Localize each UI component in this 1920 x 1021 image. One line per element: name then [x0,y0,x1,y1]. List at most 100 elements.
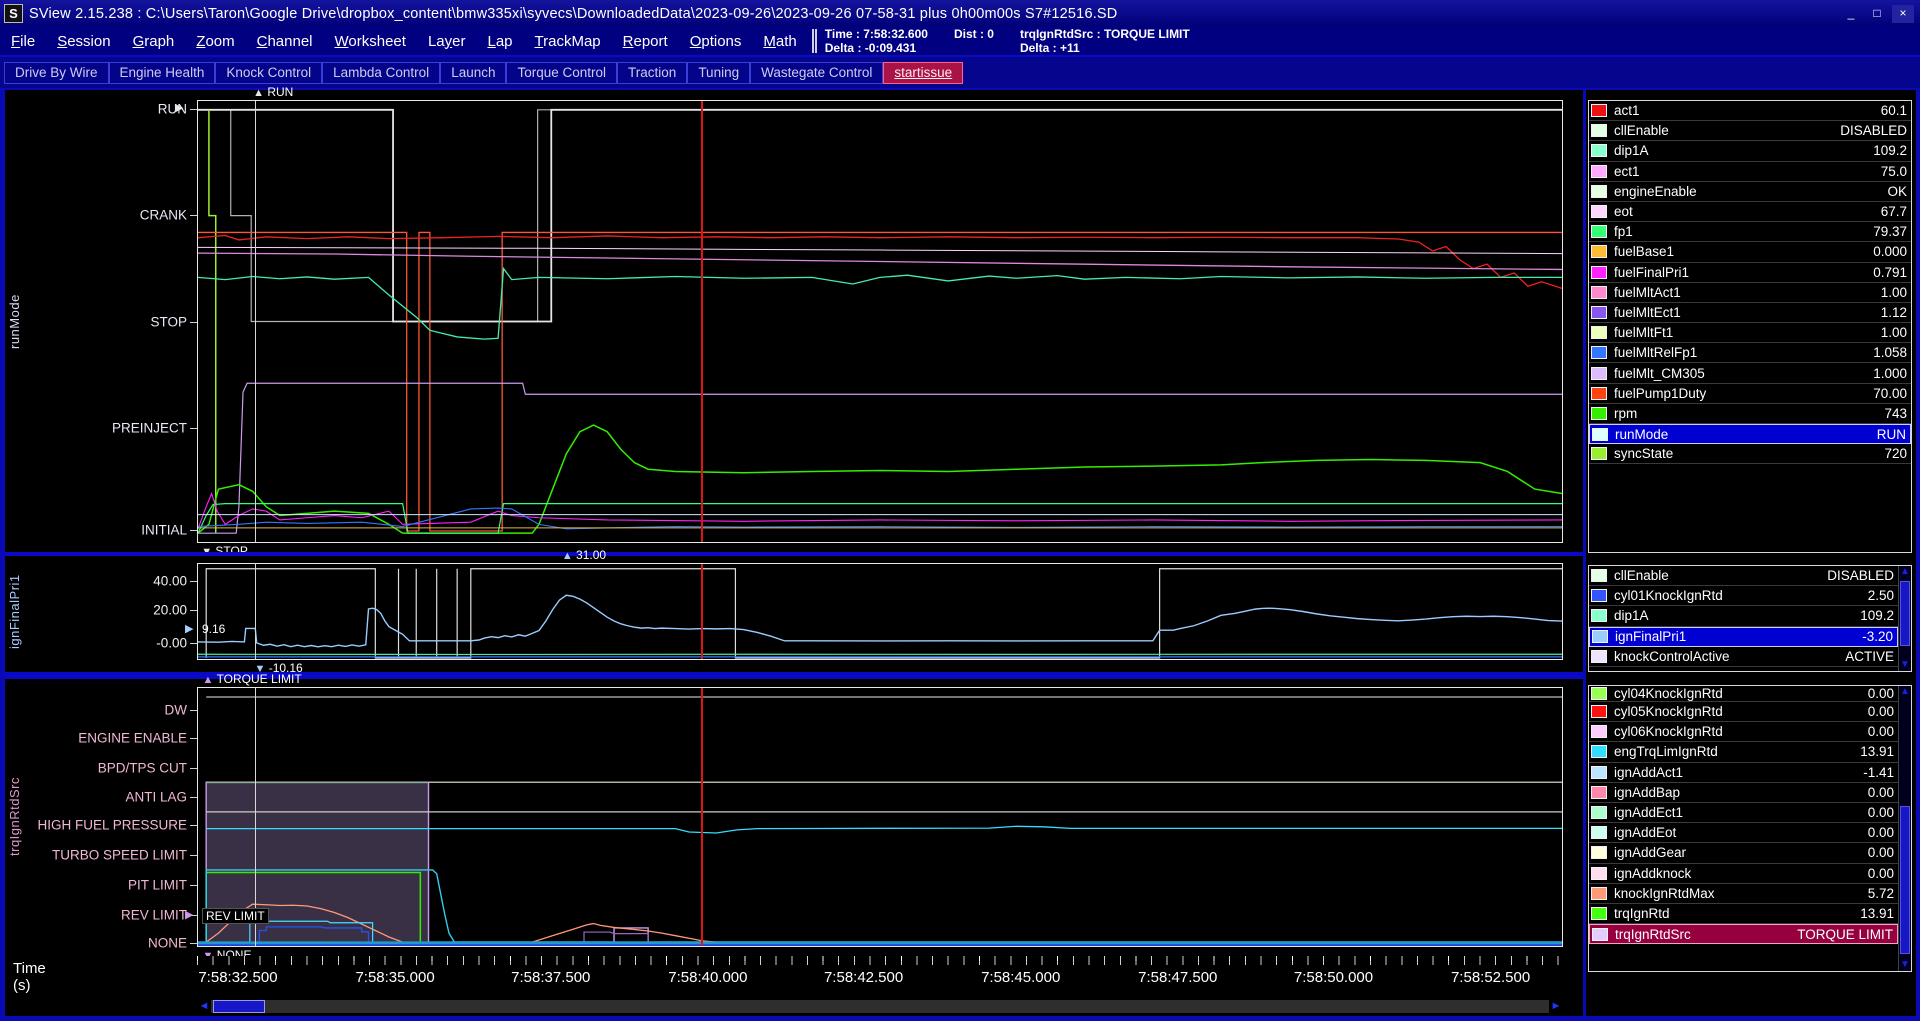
channel-row-fuelBase1[interactable]: fuelBase10.000 [1589,242,1911,262]
channel-row-eot[interactable]: eot67.7 [1589,202,1911,222]
scrollbar-thumb[interactable] [1900,581,1910,646]
scroll-down-arrow-icon[interactable]: ▼ [1899,959,1911,971]
channel-row-runMode[interactable]: runModeRUN [1589,424,1911,444]
channel-row-trqIgnRtdSrc[interactable]: trqIgnRtdSrcTORQUE LIMIT [1589,924,1898,944]
red-cursor[interactable] [701,101,703,542]
y-axis-tick [190,322,197,323]
channel-row-knockIgnRtdMax[interactable]: knockIgnRtdMax5.72 [1589,884,1898,904]
scroll-right-arrow-icon[interactable]: ► [1549,1000,1563,1013]
red-cursor[interactable] [701,564,703,659]
channel-row-cyl05KnockIgnRtd[interactable]: cyl05KnockIgnRtd0.00 [1589,702,1898,722]
menu-item-math[interactable]: Math [752,29,807,54]
channel-name: cyl01KnockIgnRtd [1614,588,1868,603]
menu-item-graph[interactable]: Graph [122,29,186,54]
up-triangle-icon: ▲ [253,87,264,99]
channel-row-trqIgnRtd[interactable]: trqIgnRtd13.91 [1589,904,1898,924]
plot-ignFinalPri1[interactable]: ▶9.16 [197,563,1563,660]
channel-row-cllEnable[interactable]: cllEnableDISABLED [1589,121,1911,141]
channel-row-engineEnable[interactable]: engineEnableOK [1589,182,1911,202]
channel-row-fuelMltRelFp1[interactable]: fuelMltRelFp11.058 [1589,343,1911,363]
channel-row-ect1[interactable]: ect175.0 [1589,162,1911,182]
channel-color-swatch [1592,928,1608,941]
menu-item-worksheet[interactable]: Worksheet [324,29,417,54]
time-tick-label: 7:58:40.000 [668,969,747,986]
channel-row-fuelMlt_CM305[interactable]: fuelMlt_CM3051.000 [1589,363,1911,383]
menu-item-file[interactable]: File [0,29,46,54]
channel-row-act1[interactable]: act160.1 [1589,101,1911,121]
scrollbar-track[interactable] [211,1000,1549,1013]
menu-item-channel[interactable]: Channel [246,29,324,54]
channel-row-fuelFinalPri1[interactable]: fuelFinalPri10.791 [1589,263,1911,283]
time-axis-title-line: (s) [13,977,46,994]
scroll-up-arrow-icon[interactable]: ▲ [1899,566,1911,578]
channel-list-scrollbar[interactable]: ▲▼ [1898,566,1911,671]
channel-row-syncState[interactable]: syncState720 [1589,444,1911,464]
scroll-left-arrow-icon[interactable]: ◄ [197,1000,211,1013]
maximize-button[interactable]: □ [1866,5,1888,23]
channel-value: 1.00 [1881,285,1907,300]
scroll-up-arrow-icon[interactable]: ▲ [1899,686,1911,698]
menu-item-options[interactable]: Options [679,29,753,54]
channel-row-ignAddBap[interactable]: ignAddBap0.00 [1589,783,1898,803]
scrollbar-thumb[interactable] [1900,806,1910,954]
channel-row-knockControlActive[interactable]: knockControlActiveACTIVE [1589,647,1898,667]
channel-row-ignAddknock[interactable]: ignAddknock0.00 [1589,864,1898,884]
trace [198,508,1562,529]
menu-item-session[interactable]: Session [46,29,121,54]
plot-trqIgnRtdSrc[interactable]: ▶REV LIMIT [197,687,1563,947]
tab-drive-by-wire[interactable]: Drive By Wire [4,62,109,84]
menu-item-lap[interactable]: Lap [476,29,523,54]
menu-item-layer[interactable]: Layer [417,29,477,54]
menu-item-zoom[interactable]: Zoom [185,29,245,54]
channel-value: 1.00 [1881,325,1907,340]
channel-row-ignFinalPri1[interactable]: ignFinalPri1-3.20 [1589,627,1898,647]
white-cursor[interactable] [255,101,256,542]
channel-row-fuelMltAct1[interactable]: fuelMltAct11.00 [1589,283,1911,303]
y-axis-tick [190,109,197,110]
plot-runMode[interactable] [197,100,1563,543]
window-controls: _ □ × [1840,5,1920,23]
menu-item-trackmap[interactable]: TrackMap [524,29,612,54]
channel-row-cyl06KnockIgnRtd[interactable]: cyl06KnockIgnRtd0.00 [1589,722,1898,742]
tab-knock-control[interactable]: Knock Control [215,62,322,84]
scrollbar-thumb[interactable] [213,1000,265,1013]
channel-list-scrollbar[interactable]: ▲▼ [1898,686,1911,971]
channel-row-ignAddAct1[interactable]: ignAddAct1-1.41 [1589,763,1898,783]
tab-tuning[interactable]: Tuning [687,62,750,84]
channel-row-fp1[interactable]: fp179.37 [1589,222,1911,242]
white-cursor[interactable] [255,564,256,659]
channel-row-dip1A[interactable]: dip1A109.2 [1589,141,1911,161]
red-cursor[interactable] [701,688,703,946]
info-delta-dist: Delta : +11 [1020,41,1190,55]
channel-row-cllEnable[interactable]: cllEnableDISABLED [1589,566,1898,586]
channel-row-cyl04KnockIgnRtd[interactable]: cyl04KnockIgnRtd0.00 [1589,686,1898,702]
channel-row-cyl01KnockIgnRtd[interactable]: cyl01KnockIgnRtd2.50 [1589,586,1898,606]
channel-row-fuelPump1Duty[interactable]: fuelPump1Duty70.00 [1589,384,1911,404]
menu-item-report[interactable]: Report [612,29,679,54]
channel-row-engTrqLimIgnRtd[interactable]: engTrqLimIgnRtd13.91 [1589,742,1898,762]
channel-value: 0.000 [1873,244,1907,259]
channel-row-fuelMltFt1[interactable]: fuelMltFt11.00 [1589,323,1911,343]
tab-startissue[interactable]: startissue [883,62,963,84]
tab-lambda-control[interactable]: Lambda Control [322,62,440,84]
time-tick-label: 7:58:50.000 [1294,969,1373,986]
time-scrollbar[interactable]: ◄► [5,999,1583,1014]
max-value-text: RUN [267,85,293,99]
tab-torque-control[interactable]: Torque Control [506,62,617,84]
channel-row-ignAddEot[interactable]: ignAddEot0.00 [1589,823,1898,843]
tab-engine-health[interactable]: Engine Health [109,62,216,84]
channel-row-ignAddGear[interactable]: ignAddGear0.00 [1589,843,1898,863]
channel-row-fuelMltEct1[interactable]: fuelMltEct11.12 [1589,303,1911,323]
scroll-down-arrow-icon[interactable]: ▼ [1899,659,1911,671]
close-button[interactable]: × [1892,5,1914,23]
channel-row-dip1A[interactable]: dip1A109.2 [1589,606,1898,626]
channel-row-rpm[interactable]: rpm743 [1589,404,1911,424]
tab-launch[interactable]: Launch [440,62,506,84]
channel-color-swatch [1591,326,1607,339]
minimize-button[interactable]: _ [1840,5,1862,23]
channel-row-ignAddEct1[interactable]: ignAddEct10.00 [1589,803,1898,823]
tab-traction[interactable]: Traction [617,62,687,84]
channel-name: cyl05KnockIgnRtd [1614,704,1868,719]
channel-name: eot [1614,204,1881,219]
tab-wastegate-control[interactable]: Wastegate Control [750,62,883,84]
